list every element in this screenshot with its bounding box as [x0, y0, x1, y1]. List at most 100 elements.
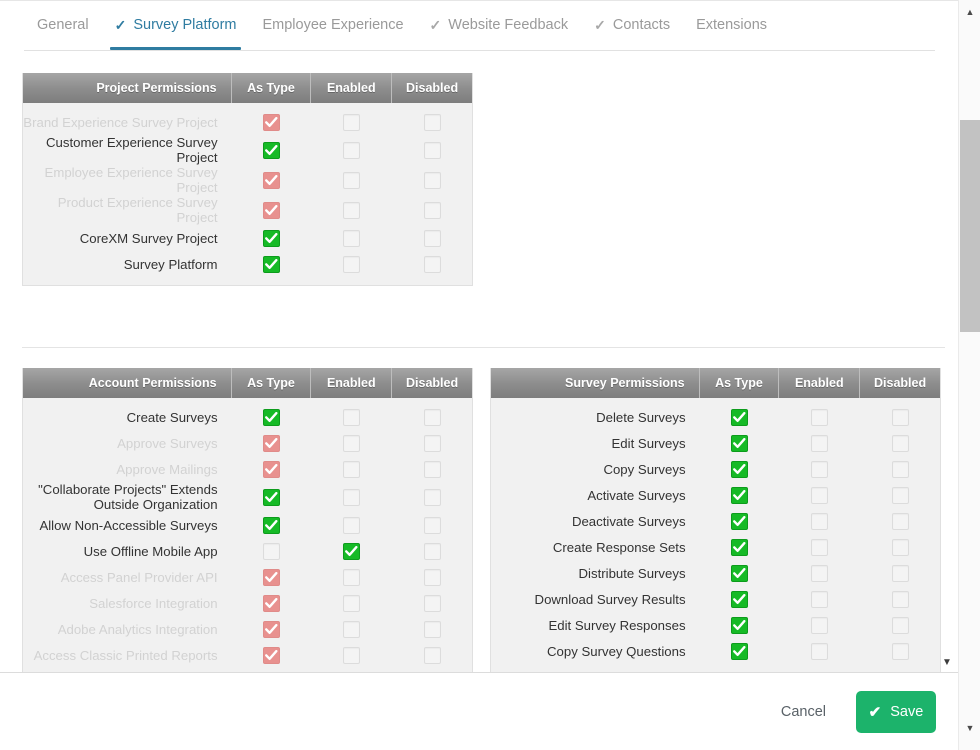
tab-survey-platform[interactable]: ✓ Survey Platform	[102, 1, 250, 50]
tab-bar: General ✓ Survey Platform Employee Experien…	[0, 1, 958, 51]
enabled-checkbox[interactable]	[343, 460, 361, 478]
as-type-checkbox[interactable]	[262, 229, 280, 247]
disabled-checkbox[interactable]	[423, 113, 441, 131]
disabled-checkbox[interactable]	[423, 141, 441, 159]
inner-scroll-down-arrow[interactable]: ▼	[940, 655, 954, 669]
disabled-checkbox[interactable]	[891, 538, 909, 556]
as-type-checkbox[interactable]	[262, 568, 280, 586]
enabled-checkbox[interactable]	[343, 113, 361, 131]
enabled-checkbox[interactable]	[343, 516, 361, 534]
tab-website-feedback[interactable]: ✓ Website Feedback	[417, 1, 582, 50]
enabled-checkbox[interactable]	[811, 486, 829, 504]
as-type-checkbox[interactable]	[730, 486, 748, 504]
enabled-checkbox[interactable]	[343, 201, 361, 219]
enabled-checkbox[interactable]	[811, 434, 829, 452]
enabled-checkbox[interactable]	[343, 646, 361, 664]
as-type-checkbox[interactable]	[262, 646, 280, 664]
table-row: Allow Non-Accessible Surveys	[23, 512, 472, 538]
permission-label: Brand Experience Survey Project	[23, 114, 218, 130]
as-type-checkbox[interactable]	[730, 408, 748, 426]
enabled-checkbox[interactable]	[343, 488, 361, 506]
as-type-checkbox[interactable]	[730, 616, 748, 634]
disabled-checkbox[interactable]	[891, 642, 909, 660]
as-type-checkbox[interactable]	[262, 141, 280, 159]
enabled-checkbox[interactable]	[343, 255, 361, 273]
enabled-checkbox[interactable]	[811, 590, 829, 608]
disabled-checkbox[interactable]	[423, 255, 441, 273]
scroll-up-arrow[interactable]: ▲	[959, 2, 980, 22]
as-type-checkbox[interactable]	[262, 460, 280, 478]
disabled-checkbox[interactable]	[891, 460, 909, 478]
disabled-checkbox-cell	[860, 590, 940, 608]
as-type-checkbox[interactable]	[262, 171, 280, 189]
disabled-checkbox[interactable]	[891, 616, 909, 634]
table-row: Customer Experience Survey Project	[23, 135, 472, 165]
enabled-checkbox[interactable]	[811, 616, 829, 634]
enabled-checkbox[interactable]	[343, 542, 361, 560]
tab-general[interactable]: General	[24, 1, 102, 50]
save-button[interactable]: ✔ Save	[856, 691, 936, 733]
enabled-checkbox[interactable]	[343, 434, 361, 452]
disabled-checkbox[interactable]	[423, 171, 441, 189]
enabled-checkbox[interactable]	[811, 538, 829, 556]
as-type-checkbox[interactable]	[730, 590, 748, 608]
disabled-checkbox[interactable]	[423, 542, 441, 560]
as-type-checkbox[interactable]	[730, 512, 748, 530]
permissions-scroll-region[interactable]: Project Permissions As Type Enabled Disable…	[0, 51, 958, 673]
disabled-checkbox[interactable]	[423, 229, 441, 247]
enabled-checkbox[interactable]	[811, 512, 829, 530]
enabled-checkbox[interactable]	[343, 171, 361, 189]
as-type-checkbox[interactable]	[262, 516, 280, 534]
table-title: Account Permissions	[23, 368, 232, 398]
as-type-checkbox[interactable]	[262, 542, 280, 560]
as-type-checkbox[interactable]	[262, 488, 280, 506]
as-type-checkbox[interactable]	[730, 564, 748, 582]
tab-contacts[interactable]: ✓ Contacts	[581, 1, 683, 50]
cancel-button[interactable]: Cancel	[775, 696, 832, 728]
as-type-checkbox[interactable]	[262, 434, 280, 452]
disabled-checkbox[interactable]	[891, 564, 909, 582]
disabled-checkbox[interactable]	[423, 568, 441, 586]
enabled-checkbox[interactable]	[343, 594, 361, 612]
as-type-checkbox[interactable]	[730, 434, 748, 452]
page-vertical-scrollbar[interactable]: ▲ ▼	[958, 0, 980, 750]
scroll-down-arrow[interactable]: ▼	[959, 718, 980, 738]
tab-extensions[interactable]: Extensions	[683, 1, 780, 50]
as-type-checkbox[interactable]	[262, 408, 280, 426]
enabled-checkbox[interactable]	[343, 408, 361, 426]
as-type-checkbox[interactable]	[730, 460, 748, 478]
as-type-checkbox[interactable]	[262, 620, 280, 638]
disabled-checkbox[interactable]	[423, 594, 441, 612]
enabled-checkbox[interactable]	[811, 408, 829, 426]
as-type-checkbox[interactable]	[262, 201, 280, 219]
disabled-checkbox[interactable]	[423, 460, 441, 478]
table-row: Access Panel Provider API	[23, 564, 472, 590]
enabled-checkbox[interactable]	[811, 460, 829, 478]
as-type-checkbox[interactable]	[262, 113, 280, 131]
disabled-checkbox[interactable]	[423, 408, 441, 426]
disabled-checkbox[interactable]	[891, 590, 909, 608]
tab-employee-experience[interactable]: Employee Experience	[249, 1, 416, 50]
disabled-checkbox[interactable]	[423, 434, 441, 452]
enabled-checkbox[interactable]	[343, 620, 361, 638]
disabled-checkbox[interactable]	[891, 408, 909, 426]
disabled-checkbox[interactable]	[423, 620, 441, 638]
disabled-checkbox[interactable]	[891, 486, 909, 504]
disabled-checkbox[interactable]	[891, 434, 909, 452]
as-type-checkbox[interactable]	[730, 642, 748, 660]
disabled-checkbox[interactable]	[423, 516, 441, 534]
enabled-checkbox[interactable]	[343, 141, 361, 159]
as-type-checkbox[interactable]	[262, 255, 280, 273]
as-type-checkbox-cell	[232, 542, 312, 560]
disabled-checkbox[interactable]	[423, 646, 441, 664]
as-type-checkbox[interactable]	[262, 594, 280, 612]
disabled-checkbox[interactable]	[423, 201, 441, 219]
as-type-checkbox[interactable]	[730, 538, 748, 556]
disabled-checkbox[interactable]	[891, 512, 909, 530]
enabled-checkbox[interactable]	[811, 564, 829, 582]
enabled-checkbox[interactable]	[343, 568, 361, 586]
scrollbar-thumb[interactable]	[960, 120, 980, 332]
enabled-checkbox[interactable]	[811, 642, 829, 660]
enabled-checkbox[interactable]	[343, 229, 361, 247]
disabled-checkbox[interactable]	[423, 488, 441, 506]
